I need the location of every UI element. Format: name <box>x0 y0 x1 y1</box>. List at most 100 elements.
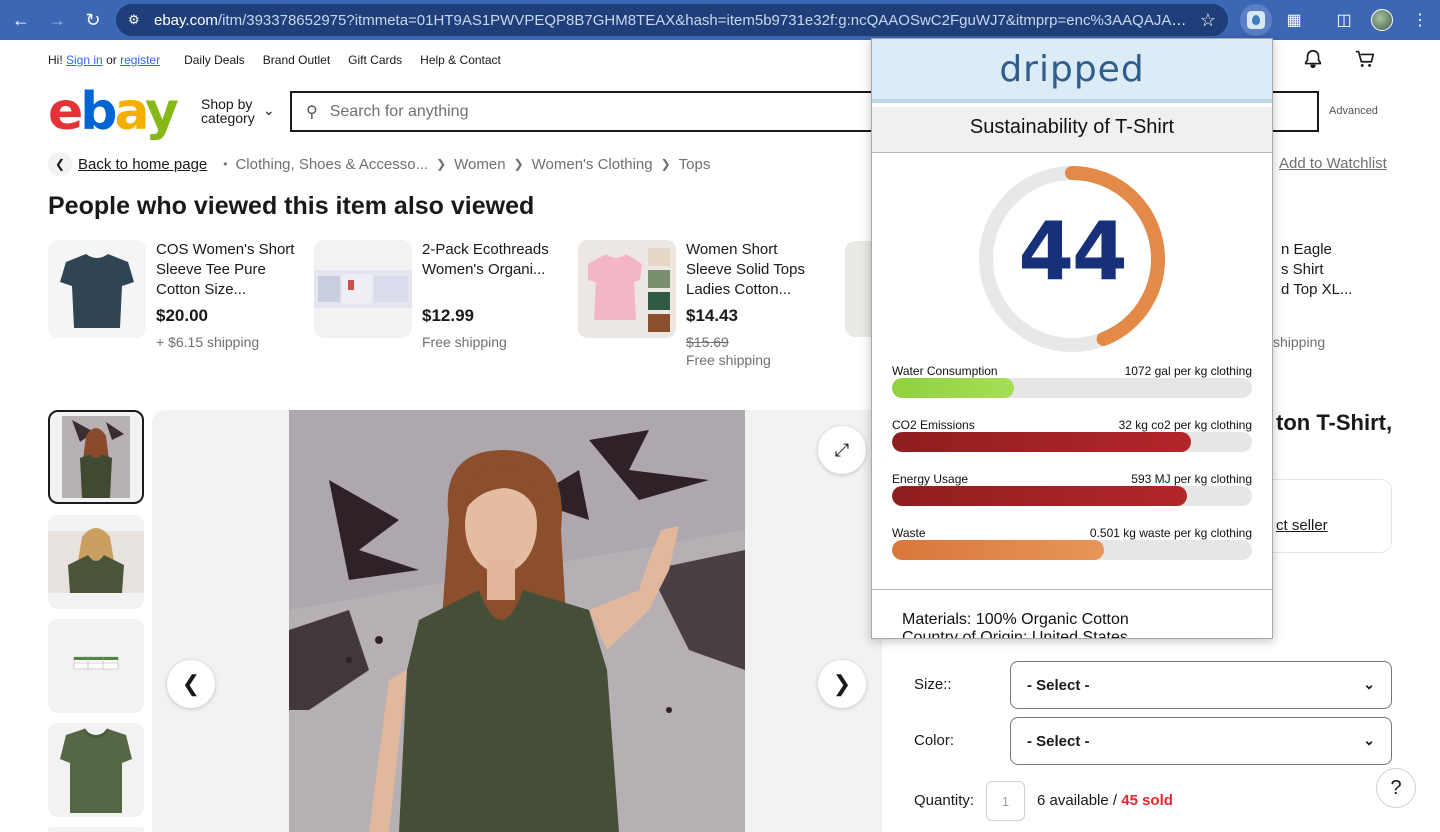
chevron-left-icon: ❮ <box>181 671 201 696</box>
cart-icon[interactable] <box>1354 48 1376 70</box>
card-title[interactable]: COS Women's Short Sleeve Tee Pure Cotton… <box>156 240 296 300</box>
chevron-down-icon: ⌄ <box>1363 732 1375 748</box>
or-text: or <box>106 53 117 67</box>
size-label: Size:: <box>914 676 952 693</box>
materials-text: Materials: 100% Organic Cotton <box>902 611 1129 628</box>
dripped-popup: dripped Sustainability of T-Shirt 44 Wat… <box>871 38 1273 639</box>
card-title[interactable]: 2-Pack Ecothreads Women's Organi... <box>422 240 562 280</box>
carousel-card[interactable]: 2-Pack Ecothreads Women's Organi... $12.… <box>314 240 564 380</box>
profile-avatar[interactable] <box>1366 4 1398 36</box>
product-thumbnail[interactable] <box>578 240 676 338</box>
metric-water: Water Consumption 1072 gal per kg clothi… <box>892 364 1252 404</box>
notification-bell-icon[interactable] <box>1302 48 1324 70</box>
sign-in-link[interactable]: Sign in <box>66 53 103 67</box>
search-input[interactable] <box>329 102 830 121</box>
back-to-home-link[interactable]: Back to home page <box>78 156 207 173</box>
popup-header: dripped <box>872 39 1272 103</box>
carousel-card[interactable]: Women Short Sleeve Solid Tops Ladies Cot… <box>578 240 828 380</box>
metric-bar-fill <box>892 540 1105 560</box>
brand-outlet-link[interactable]: Brand Outlet <box>263 53 330 67</box>
product-thumbnail[interactable] <box>314 240 412 338</box>
expand-image-button[interactable]: ⤢ <box>818 426 866 474</box>
product-thumbnail[interactable] <box>48 240 146 338</box>
card-title[interactable]: n Eagle s Shirt d Top XL... <box>1281 240 1381 300</box>
shop-by-category-button[interactable]: Shop by category ⌄ <box>201 96 275 125</box>
sold-count[interactable]: 45 sold <box>1121 792 1173 809</box>
size-select[interactable]: - Select - ⌄ <box>1010 661 1392 709</box>
contact-seller-link[interactable]: ct seller <box>1276 517 1328 534</box>
chevron-right-icon: ❯ <box>832 671 852 696</box>
site-settings-icon[interactable]: ⚙ <box>128 12 154 28</box>
advanced-search-link[interactable]: Advanced <box>1329 105 1378 117</box>
also-viewed-heading: People who viewed this item also viewed <box>48 192 535 220</box>
metric-label: Water Consumption <box>892 364 998 378</box>
extensions-puzzle-icon[interactable]: ▦ <box>1278 4 1310 36</box>
card-original-price: $15.69 <box>686 334 729 350</box>
breadcrumb-item[interactable]: Women <box>454 156 505 173</box>
size-select-value: - Select - <box>1027 676 1090 694</box>
address-bar[interactable]: ⚙ ebay.com/itm/393378652975?itmmeta=01HT… <box>116 4 1228 36</box>
breadcrumb-item[interactable]: Tops <box>679 156 711 173</box>
forward-arrow-icon[interactable]: → <box>42 5 72 35</box>
greeting: Hi! <box>48 53 63 67</box>
help-contact-link[interactable]: Help & Contact <box>420 53 501 67</box>
card-price: $20.00 <box>156 306 208 325</box>
url-text[interactable]: ebay.com/itm/393378652975?itmmeta=01HT9A… <box>154 12 1190 29</box>
dripped-logo: dripped <box>999 49 1145 90</box>
metric-track <box>892 540 1252 560</box>
product-photo <box>289 410 745 832</box>
sustainability-score: 44 <box>1018 205 1127 298</box>
color-select-value: - Select - <box>1027 732 1090 750</box>
reload-icon[interactable]: ↻ <box>78 5 108 35</box>
metric-energy: Energy Usage 593 MJ per kg clothing <box>892 472 1252 512</box>
side-panel-icon[interactable]: ◫ <box>1328 4 1360 36</box>
chevron-left-icon[interactable]: ❮ <box>48 152 72 176</box>
metric-track <box>892 432 1252 452</box>
chevron-down-icon: ⌄ <box>1363 676 1375 692</box>
ebay-top-bar: Hi! Sign in or register Daily Deals Bran… <box>48 50 519 70</box>
metric-value: 593 MJ per kg clothing <box>1131 472 1252 486</box>
gallery-thumbnail[interactable] <box>48 723 144 817</box>
previous-image-button[interactable]: ❮ <box>167 660 215 708</box>
card-title[interactable]: Women Short Sleeve Solid Tops Ladies Cot… <box>686 240 826 300</box>
chevron-right-icon: ❯ <box>513 157 524 171</box>
breadcrumb: ❮ Back to home page • Clothing, Shoes & … <box>48 151 710 177</box>
chevron-right-icon: ❯ <box>660 157 671 171</box>
quantity-input[interactable]: 1 <box>986 781 1025 821</box>
origin-text: Country of Origin: United States <box>902 629 1128 639</box>
chevron-down-icon: ⌄ <box>263 102 275 118</box>
color-select[interactable]: - Select - ⌄ <box>1010 717 1392 765</box>
product-thumbnail[interactable] <box>845 241 873 337</box>
gallery-thumbnail[interactable] <box>48 827 144 832</box>
ebay-logo[interactable]: ebay <box>48 86 179 138</box>
main-product-image[interactable]: ❮ ❯ ⤢ <box>152 410 882 832</box>
color-label: Color: <box>914 732 955 749</box>
dot-separator: • <box>223 157 228 171</box>
browser-toolbar: ← → ↻ ⚙ ebay.com/itm/393378652975?itmmet… <box>0 0 1440 40</box>
add-to-watchlist-link[interactable]: Add to Watchlist <box>1279 155 1387 172</box>
availability-text: 6 available / 45 sold <box>1037 792 1173 809</box>
chevron-right-icon: ❯ <box>436 157 447 171</box>
metric-label: Waste <box>892 526 926 540</box>
daily-deals-link[interactable]: Daily Deals <box>184 53 245 67</box>
metric-bar-fill <box>892 486 1188 506</box>
card-shipping: + $6.15 shipping <box>156 334 260 350</box>
menu-kebab-icon[interactable]: ⋮ <box>1404 4 1436 36</box>
breadcrumb-item[interactable]: Clothing, Shoes & Accesso... <box>235 156 428 173</box>
gallery-thumbnail[interactable] <box>48 515 144 609</box>
gift-cards-link[interactable]: Gift Cards <box>348 53 402 67</box>
breadcrumb-item[interactable]: Women's Clothing <box>532 156 653 173</box>
carousel-card[interactable]: COS Women's Short Sleeve Tee Pure Cotton… <box>48 240 298 380</box>
gallery-thumbnail[interactable] <box>48 619 144 713</box>
register-link[interactable]: register <box>120 53 160 67</box>
dripped-extension-icon[interactable] <box>1240 4 1272 36</box>
back-arrow-icon[interactable]: ← <box>6 5 36 35</box>
shop-by-text: Shop by <box>201 96 253 112</box>
help-button[interactable]: ? <box>1376 768 1416 808</box>
gallery-thumbnail[interactable] <box>48 410 144 504</box>
card-shipping: Free shipping <box>422 334 507 350</box>
next-image-button[interactable]: ❯ <box>818 660 866 708</box>
metric-track <box>892 486 1252 506</box>
expand-icon: ⤢ <box>834 439 850 460</box>
bookmark-star-icon[interactable]: ☆ <box>1200 10 1216 31</box>
